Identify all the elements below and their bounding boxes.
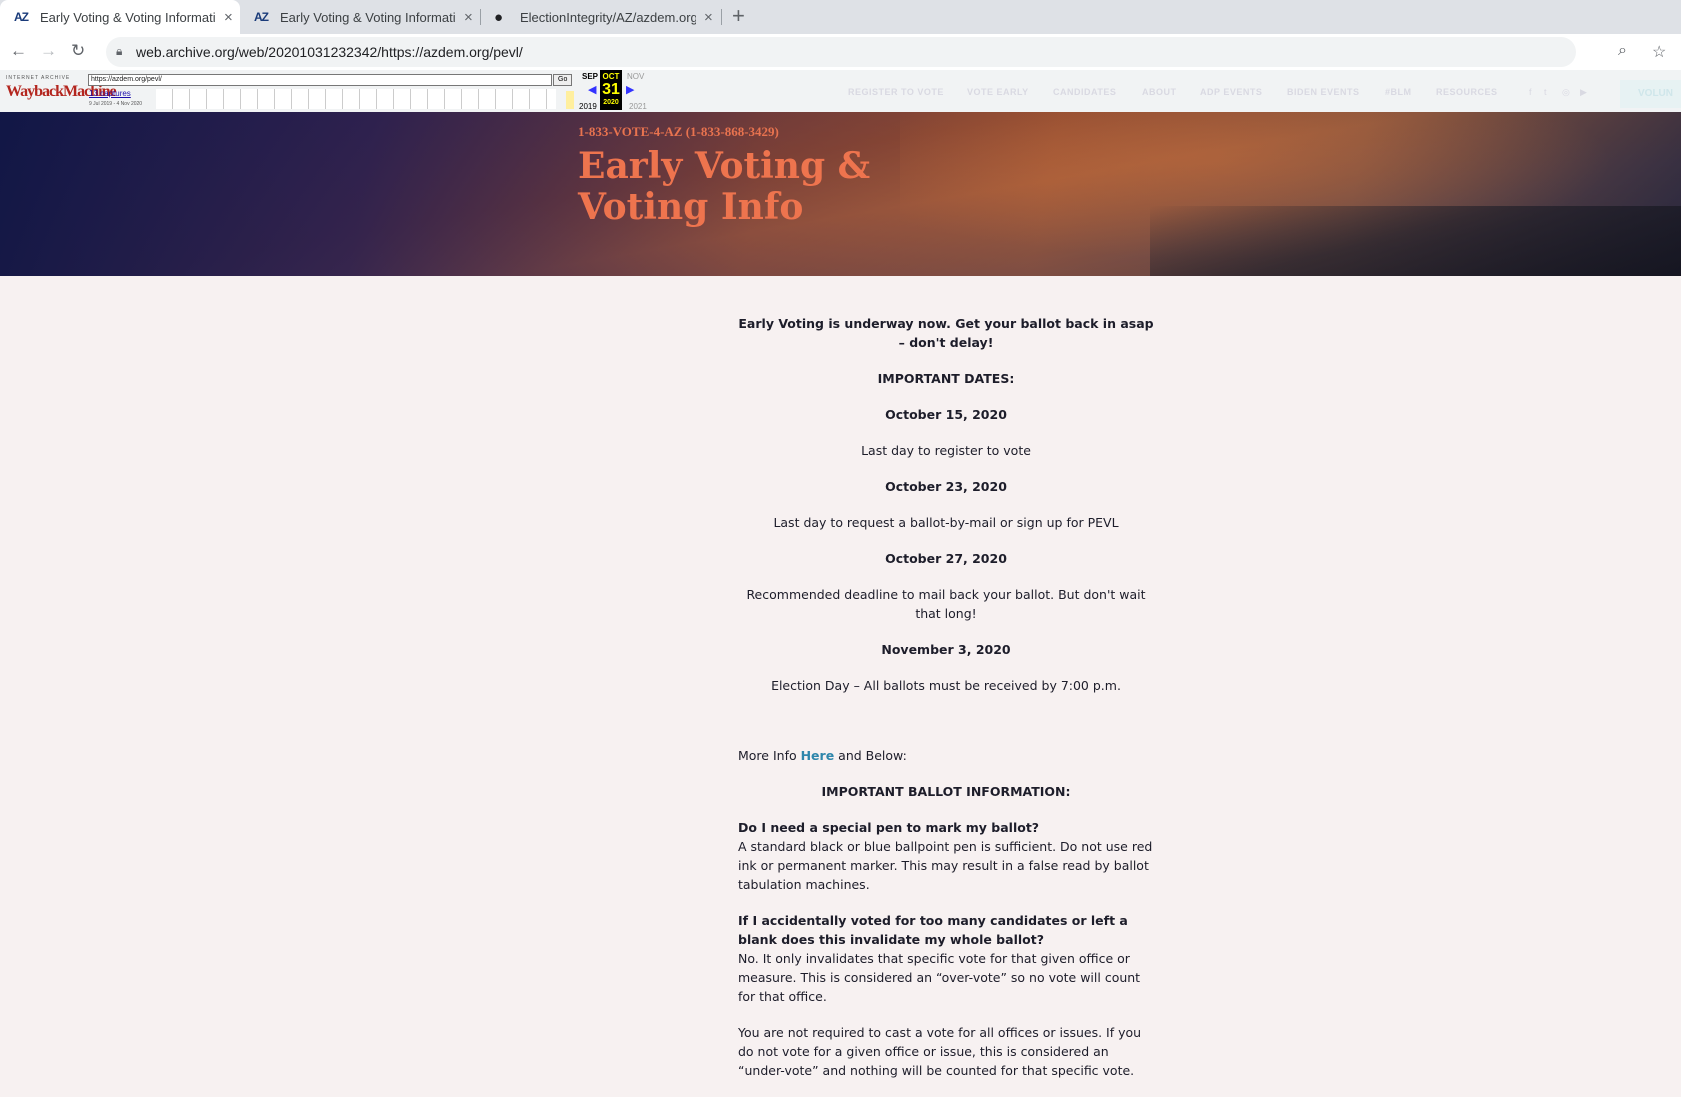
tab-title: Early Voting & Voting Informatio: [280, 9, 456, 25]
forward-arrow-icon[interactable]: →: [40, 41, 57, 61]
bookmark-star-icon[interactable]: ☆: [1652, 42, 1666, 62]
browser-toolbar: ← → ↻ 🔒︎ web.archive.org/web/20201031232…: [0, 34, 1681, 71]
date-description: Election Day – All ballots must be recei…: [771, 678, 1121, 693]
dates-heading: IMPORTANT DATES:: [877, 371, 1015, 386]
nav-vote-early[interactable]: VOTE EARLY: [967, 87, 1029, 97]
github-icon: ●: [494, 8, 504, 26]
wayback-next-year: 2021: [629, 102, 647, 111]
youtube-icon[interactable]: ▶: [1580, 87, 1587, 98]
instagram-icon[interactable]: ◎: [1562, 87, 1570, 98]
wayback-capture-range: 9 Jul 2019 - 4 Nov 2020: [89, 101, 143, 107]
azdem-favicon-icon: AZ: [254, 10, 269, 24]
tab-early-voting-1[interactable]: AZ Early Voting & Voting Informatio ×: [0, 0, 240, 34]
date-label: October 15, 2020: [885, 407, 1007, 422]
faq-item: Do I need a special pen to mark my ballo…: [738, 818, 1154, 894]
main-content: Early Voting is underway now. Get your b…: [738, 314, 1154, 1097]
lock-icon: 🔒︎: [116, 44, 123, 58]
ballot-heading: IMPORTANT BALLOT INFORMATION:: [821, 784, 1071, 799]
nav-resources[interactable]: RESOURCES: [1436, 87, 1498, 97]
nav-biden-events[interactable]: BIDEN EVENTS: [1287, 87, 1360, 97]
nav-candidates[interactable]: CANDIDATES: [1053, 87, 1116, 97]
wayback-logo[interactable]: INTERNET ARCHIVE WaybackMachine: [6, 75, 117, 107]
back-arrow-icon[interactable]: ←: [10, 41, 27, 61]
faq-item: If I accidentally voted for too many can…: [738, 911, 1154, 1006]
tab-github[interactable]: ● ElectionIntegrity/AZ/azdem.org a ×: [480, 0, 720, 34]
date-label: November 3, 2020: [881, 642, 1011, 657]
faq-answer: A standard black or blue ballpoint pen i…: [738, 839, 1153, 892]
close-icon[interactable]: ×: [224, 9, 233, 26]
date-description: Last day to request a ballot-by-mail or …: [773, 515, 1119, 530]
wayback-go-button[interactable]: Go: [553, 74, 573, 86]
date-label: October 23, 2020: [885, 479, 1007, 494]
intro-text: Early Voting is underway now. Get your b…: [738, 316, 1154, 350]
tab-strip: AZ Early Voting & Voting Informatio × AZ…: [0, 0, 1681, 34]
nav-adp-events[interactable]: ADP EVENTS: [1200, 87, 1262, 97]
twitter-icon[interactable]: t: [1544, 87, 1547, 97]
date-description: Recommended deadline to mail back your b…: [746, 587, 1146, 621]
page-title: Early Voting & Voting Info: [578, 145, 871, 228]
wayback-next-month: NOV: [627, 72, 645, 81]
hero-phone-number: 1-833-VOTE-4-AZ (1-833-868-3429): [578, 124, 779, 139]
zoom-icon[interactable]: ⌕: [1618, 42, 1627, 60]
hero-banner: 1-833-VOTE-4-AZ (1-833-868-3429) Early V…: [0, 112, 1681, 276]
close-icon[interactable]: ×: [464, 9, 473, 26]
faq-question: If I accidentally voted for too many can…: [738, 913, 1128, 947]
date-label: October 27, 2020: [885, 551, 1007, 566]
faq-answer: No. It only invalidates that specific vo…: [738, 951, 1141, 1004]
nav-about[interactable]: ABOUT: [1142, 87, 1177, 97]
tab-title: ElectionIntegrity/AZ/azdem.org a: [520, 9, 696, 25]
tab-early-voting-2[interactable]: AZ Early Voting & Voting Informatio ×: [240, 0, 480, 34]
nav-blm[interactable]: #BLM: [1385, 87, 1412, 97]
more-info-link[interactable]: Here: [801, 748, 835, 763]
wayback-prev-month[interactable]: SEP: [582, 72, 598, 81]
wayback-toolbar: INTERNET ARCHIVE WaybackMachine https://…: [0, 70, 1681, 112]
more-info-line: More Info Here and Below:: [738, 748, 907, 763]
address-bar[interactable]: 🔒︎ web.archive.org/web/20201031232342/ht…: [106, 37, 1576, 67]
wayback-captures-link[interactable]: 13 captures: [89, 89, 131, 98]
under-vote-text: You are not required to cast a vote for …: [738, 1025, 1142, 1078]
wayback-sparkline[interactable]: [156, 89, 574, 109]
wayback-next-arrow-icon[interactable]: ▶: [626, 83, 634, 96]
reload-icon[interactable]: ↻: [71, 41, 85, 61]
address-url: web.archive.org/web/20201031232342/https…: [136, 44, 523, 60]
wayback-current-capture: OCT 31 2020: [600, 70, 622, 110]
faq-question: Do I need a special pen to mark my ballo…: [738, 820, 1040, 835]
tab-title: Early Voting & Voting Informatio: [40, 9, 216, 25]
nav-register-to-vote[interactable]: REGISTER TO VOTE: [848, 87, 944, 97]
wayback-url-input[interactable]: https://azdem.org/pevl/: [88, 74, 552, 86]
new-tab-button[interactable]: +: [732, 3, 745, 29]
wayback-prev-year[interactable]: 2019: [579, 102, 597, 111]
azdem-favicon-icon: AZ: [14, 10, 29, 24]
volunteer-button[interactable]: VOLUN: [1620, 80, 1681, 108]
date-description: Last day to register to vote: [861, 443, 1031, 458]
tab-separator: [721, 9, 722, 25]
wayback-prev-arrow-icon[interactable]: ◀: [588, 83, 596, 96]
facebook-icon[interactable]: f: [1529, 87, 1532, 97]
hero-background-ground: [1150, 206, 1681, 276]
close-icon[interactable]: ×: [704, 9, 713, 26]
